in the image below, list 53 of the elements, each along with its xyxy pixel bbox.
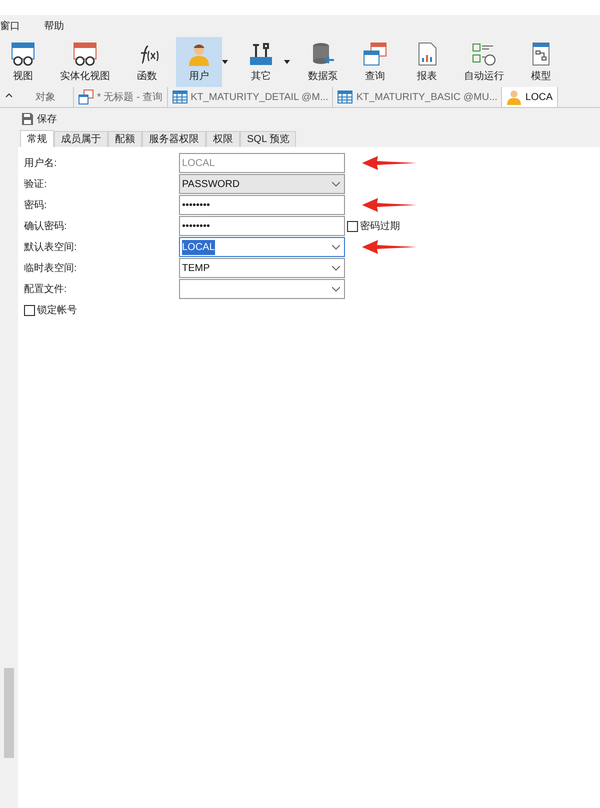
form-tab[interactable]: SQL 预览 <box>240 131 296 147</box>
toolbar-button[interactable]: 函数 <box>124 37 170 87</box>
table-icon <box>337 89 354 105</box>
toolbar-button[interactable]: 其它 <box>238 37 284 87</box>
toolbar-button[interactable]: 查询 <box>352 37 398 87</box>
field-label: 密码: <box>24 198 48 212</box>
toolbar-button[interactable]: 实体化视图 <box>52 37 118 87</box>
chevron-down-icon <box>332 244 340 250</box>
field-label: 默认表空间: <box>24 240 78 254</box>
toolbar-button[interactable]: 模型 <box>518 37 564 87</box>
menu-item[interactable]: 帮助 <box>44 18 64 34</box>
table-icon <box>172 89 188 105</box>
form-tab[interactable]: 权限 <box>206 131 240 147</box>
field-label: 用户名: <box>24 156 58 170</box>
scrollbar-thumb[interactable] <box>4 668 14 758</box>
toolbar-button[interactable]: 数据泵 <box>300 37 346 87</box>
checkbox[interactable] <box>24 304 35 316</box>
input-field[interactable]: •••••••• <box>179 195 345 215</box>
toolbar-button[interactable]: 视图 <box>0 37 46 87</box>
form-tab[interactable]: 配额 <box>108 131 142 147</box>
dropdown-caret-icon[interactable] <box>222 60 228 64</box>
dropdown-field[interactable]: LOCAL <box>179 237 345 257</box>
chevron-down-icon <box>332 182 340 186</box>
database-icon <box>310 40 336 66</box>
form-tab[interactable]: 常规 <box>20 130 54 147</box>
checklist-clock-icon <box>471 40 497 66</box>
checkbox-label: 锁定帐号 <box>37 304 77 318</box>
field-label: 配置文件: <box>24 282 68 296</box>
dropdown-field[interactable]: TEMP <box>179 258 345 278</box>
form-tab[interactable]: 成员属于 <box>54 131 108 147</box>
dropdown-field[interactable] <box>179 279 345 299</box>
chevron-down-icon <box>332 286 340 292</box>
user-icon <box>506 89 522 105</box>
checkbox-label: 密码过期 <box>360 220 400 234</box>
toolbar-button[interactable]: 用户 <box>176 37 222 87</box>
table-glasses-icon <box>72 40 98 66</box>
menu-item[interactable]: 窗口 <box>0 18 20 34</box>
tools-icon <box>248 40 274 66</box>
toolbar-button[interactable]: 自动运行 <box>456 37 512 87</box>
field-label: 临时表空间: <box>24 262 78 276</box>
chevron-down-icon <box>332 266 340 270</box>
save-button[interactable]: 保存 <box>22 112 57 126</box>
form-tab[interactable]: 服务器权限 <box>142 131 206 147</box>
tables-icon <box>362 40 388 66</box>
toolbar-button[interactable]: 报表 <box>404 37 450 87</box>
input-field[interactable]: •••••••• <box>179 216 345 236</box>
document-tab[interactable]: LOCA <box>502 87 558 107</box>
table-glasses-icon <box>10 40 36 66</box>
field-label: 确认密码: <box>24 220 68 234</box>
dropdown-caret-icon[interactable] <box>284 60 290 64</box>
field-label: 验证: <box>24 178 48 192</box>
checkbox[interactable] <box>347 220 358 232</box>
tables-icon <box>78 89 94 105</box>
